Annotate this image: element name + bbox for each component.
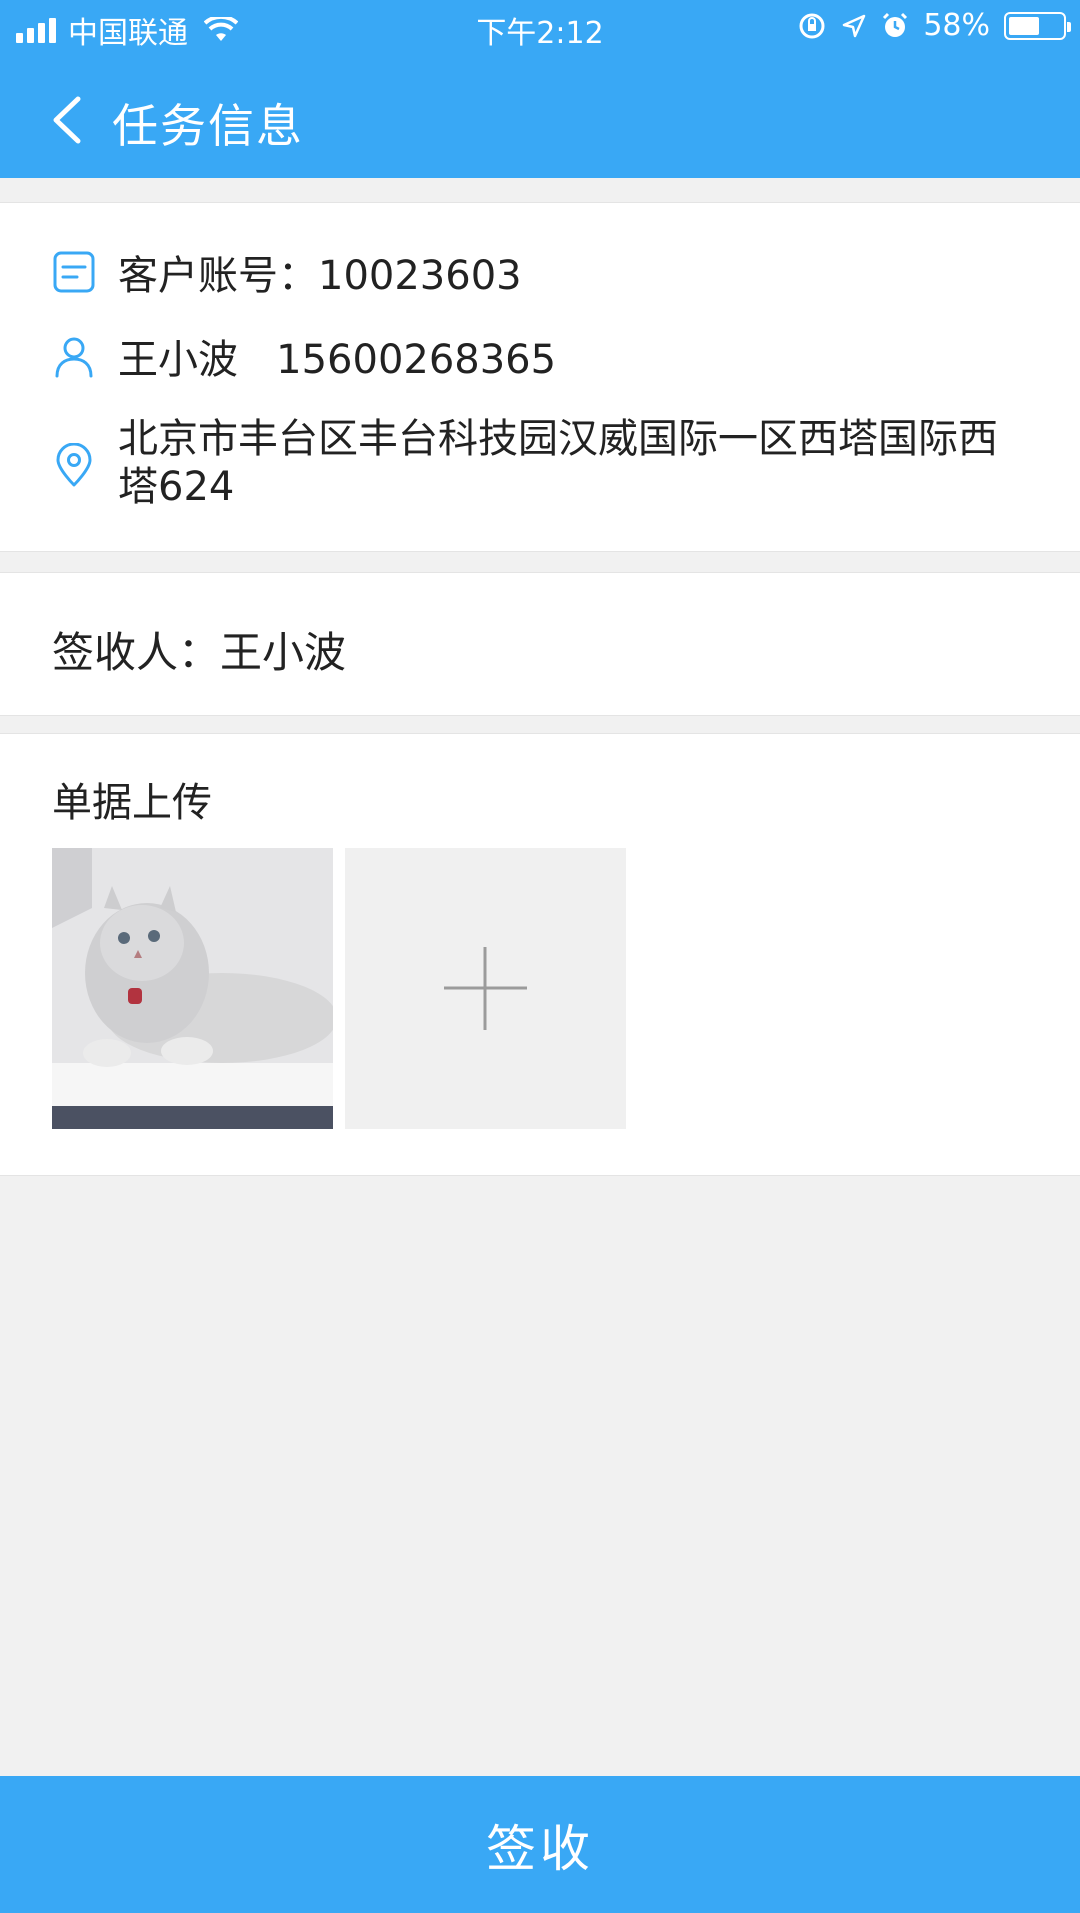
user-icon (55, 337, 93, 378)
upload-card: 单据上传 (0, 733, 1080, 1176)
add-photo-button[interactable] (345, 848, 626, 1129)
status-right: 58% (797, 8, 1071, 43)
receiver-label: 签收人：王小波 (52, 628, 347, 677)
document-icon (53, 251, 95, 293)
contact-row: 王小波 15600268365 (52, 327, 556, 385)
contact-name-phone: 王小波 15600268365 (118, 337, 557, 383)
cat-photo (52, 848, 333, 1129)
receiver-card: 签收人：王小波 (0, 572, 1080, 716)
account-row: 客户账号：10023603 (52, 243, 522, 301)
battery-icon (1004, 11, 1071, 40)
battery-level (1009, 16, 1040, 35)
page-title: 任务信息 (112, 99, 304, 153)
battery-percent: 58% (923, 8, 990, 43)
orientation-lock-icon (799, 13, 825, 38)
task-info-card: 客户账号：10023603 王小波 15600268365 北京市丰台区丰台科技… (0, 202, 1080, 552)
address-row: 北京市丰台区丰台科技园汉威国际一区西塔国际西塔624 (52, 415, 1018, 511)
alarm-icon (883, 12, 908, 37)
nav-bar: 任务信息 (0, 56, 1080, 178)
location-pin-icon (56, 443, 92, 487)
plus-icon (444, 947, 527, 1030)
upload-title: 单据上传 (52, 780, 212, 826)
sign-button[interactable]: 签收 (0, 1776, 1080, 1913)
uploaded-photo-thumbnail[interactable] (52, 848, 333, 1129)
account-number: 客户账号：10023603 (118, 253, 522, 299)
location-icon (843, 14, 866, 37)
status-bar: 中国联通 下午2:12 58% (0, 0, 1080, 56)
chevron-left-icon[interactable] (48, 96, 88, 144)
address-text: 北京市丰台区丰台科技园汉威国际一区西塔国际西塔624 (118, 416, 998, 510)
